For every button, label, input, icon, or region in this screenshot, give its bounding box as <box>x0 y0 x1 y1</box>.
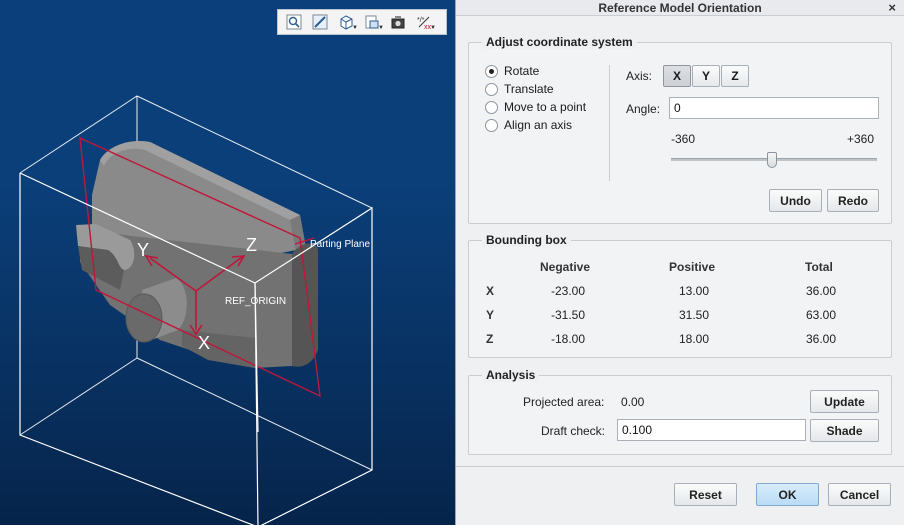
shade-button[interactable]: Shade <box>810 419 879 442</box>
shade-icon[interactable] <box>308 11 332 33</box>
radio-rotate[interactable] <box>485 64 498 78</box>
reference-model-orientation-dialog: Reference Model Orientation × Adjust coo… <box>455 0 904 525</box>
analysis-group: Analysis Projected area: 0.00 Update Dra… <box>468 368 892 455</box>
ref-origin-label: REF_ORIGIN <box>225 296 286 307</box>
draft-check-label: Draft check: <box>541 424 606 438</box>
coordinate-legend: Adjust coordinate system <box>482 35 637 49</box>
saved-views-icon[interactable]: ▼ <box>360 11 384 33</box>
ok-button[interactable]: OK <box>756 483 819 506</box>
zoom-icon[interactable] <box>282 11 306 33</box>
row-label-z: Z <box>486 332 494 346</box>
x-total: 36.00 <box>805 284 837 298</box>
z-negative: -18.00 <box>550 332 586 346</box>
reset-button[interactable]: Reset <box>674 483 737 506</box>
dialog-title: Reference Model Orientation <box>598 0 762 15</box>
model-scene: Y Z X REF_ORIGIN Parting Plane <box>19 95 373 525</box>
axis-label: Axis: <box>626 69 653 83</box>
projected-area-value: 0.00 <box>621 395 645 409</box>
y-axis-label: Y <box>137 240 149 260</box>
mode-translate[interactable]: Translate <box>485 82 554 96</box>
dialog-titlebar: Reference Model Orientation × <box>456 0 904 16</box>
radio-align-axis[interactable] <box>485 118 498 132</box>
bounding-box-legend: Bounding box <box>482 233 571 247</box>
radio-translate[interactable] <box>485 82 498 96</box>
radio-move-to-point[interactable] <box>485 100 498 114</box>
row-label-y: Y <box>486 308 495 322</box>
z-positive: 18.00 <box>678 332 710 346</box>
mode-translate-label: Translate <box>504 82 554 96</box>
header-negative: Negative <box>540 260 591 274</box>
axis-z-button[interactable]: Z <box>721 65 749 87</box>
display-style-icon[interactable]: ▼ <box>334 11 358 33</box>
adjust-coordinate-group: Adjust coordinate system Rotate Translat… <box>468 35 892 224</box>
model-viewport[interactable]: Y Z X REF_ORIGIN Parting Plane ▼ ▼ */* xx… <box>0 0 455 525</box>
coordinate-separator <box>609 65 610 181</box>
mode-rotate[interactable]: Rotate <box>485 64 539 78</box>
row-label-x: X <box>486 284 495 298</box>
draft-check-input[interactable]: 0.100 <box>617 419 806 441</box>
projected-area-label: Projected area: <box>523 395 605 409</box>
x-positive: 13.00 <box>678 284 710 298</box>
undo-button[interactable]: Undo <box>769 189 822 212</box>
slider-min-label: -360 <box>671 132 696 146</box>
z-total: 36.00 <box>805 332 837 346</box>
y-positive: 31.50 <box>678 308 710 322</box>
camera-icon[interactable] <box>386 11 410 33</box>
parting-plane-label: Parting Plane <box>310 239 370 250</box>
z-axis-label: Z <box>246 235 257 255</box>
bounding-box-group: Bounding box Negative Positive Total X -… <box>468 233 892 358</box>
mode-rotate-label: Rotate <box>504 64 540 78</box>
cancel-button[interactable]: Cancel <box>828 483 891 506</box>
slider-max-label: +360 <box>847 132 875 146</box>
axis-y-button[interactable]: Y <box>692 65 720 87</box>
y-total: 63.00 <box>805 308 837 322</box>
header-positive: Positive <box>669 260 716 274</box>
header-total: Total <box>805 260 833 274</box>
mode-move-to-point-label: Move to a point <box>504 100 587 114</box>
update-button[interactable]: Update <box>810 390 879 413</box>
analysis-legend: Analysis <box>482 368 540 382</box>
mode-align-axis-label: Align an axis <box>504 118 573 132</box>
axis-x-button[interactable]: X <box>663 65 691 87</box>
mode-align-axis[interactable]: Align an axis <box>485 118 572 132</box>
y-negative: -31.50 <box>550 308 586 322</box>
view-toolbar: ▼ ▼ */* xx ▼ <box>277 9 447 35</box>
part-model <box>76 140 318 368</box>
svg-text:*/*: */* <box>417 17 425 24</box>
footer-divider <box>456 466 904 467</box>
angle-label: Angle: <box>626 102 661 116</box>
mode-move-to-point[interactable]: Move to a point <box>485 100 586 114</box>
datum-display-icon[interactable]: */* xx ▼ <box>412 11 436 33</box>
redo-button[interactable]: Redo <box>827 189 879 212</box>
angle-slider-thumb[interactable] <box>767 152 777 168</box>
x-axis-label: X <box>198 333 210 353</box>
close-icon[interactable]: × <box>888 0 896 15</box>
x-negative: -23.00 <box>550 284 586 298</box>
angle-input[interactable]: 0 <box>669 97 879 119</box>
